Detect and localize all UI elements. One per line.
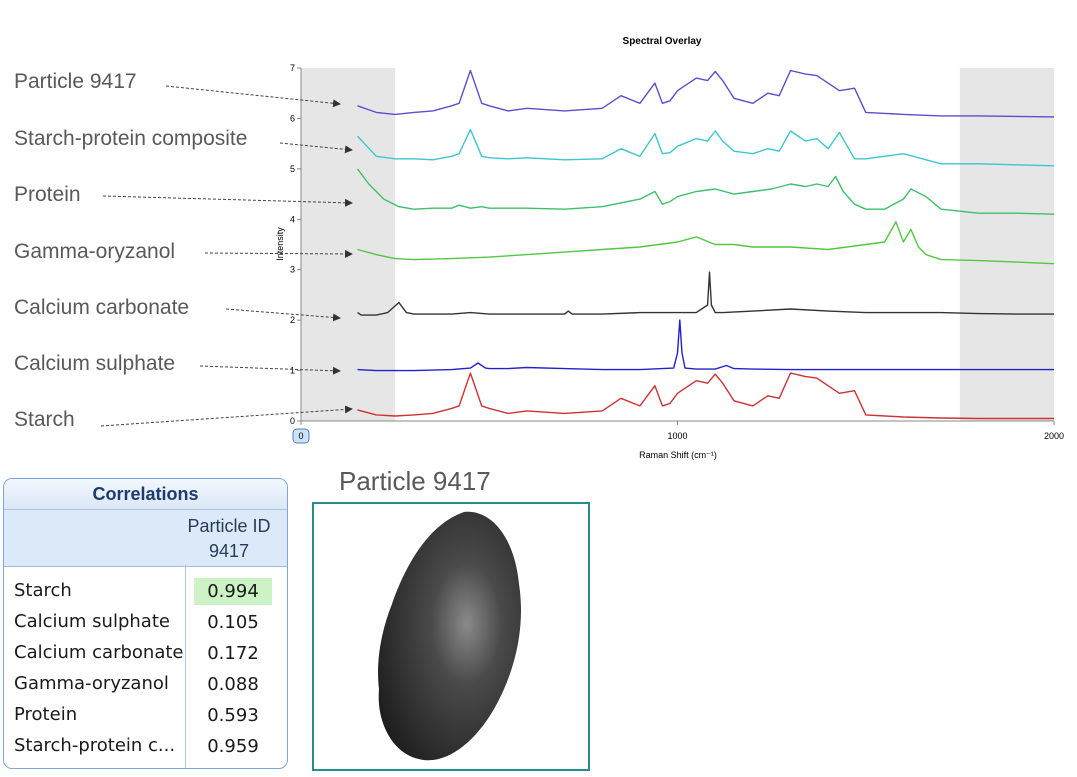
series-line	[357, 271, 1054, 316]
shaded-region-1	[959, 68, 1054, 421]
table-row[interactable]: Starch-protein c... 0.959	[4, 731, 287, 762]
table-row[interactable]: Starch 0.994	[4, 576, 287, 607]
particle-shape	[378, 511, 522, 761]
particle-id-header: Particle ID 9417	[179, 514, 279, 564]
y-axis-label: Intensity	[275, 227, 285, 261]
row-value: 0.593	[207, 705, 259, 726]
row-label: Calcium sulphate	[14, 611, 170, 632]
particle-id-value: 9417	[208, 541, 250, 561]
x-tick-label: 0	[298, 431, 303, 441]
series-line	[357, 221, 1055, 265]
table-row[interactable]: Gamma-oryzanol 0.088	[4, 669, 287, 700]
callout-calcium-sulphate: Calcium sulphate	[14, 352, 176, 375]
chart-title: Spectral Overlay	[623, 36, 702, 47]
row-label: Starch-protein c...	[14, 735, 176, 756]
y-tick-label: 2	[290, 315, 295, 325]
particle-image-title: Particle 9417	[339, 466, 491, 496]
row-value: 0.105	[207, 612, 259, 633]
particle-id-label: Particle ID	[187, 516, 271, 536]
y-tick-label: 0	[290, 416, 295, 426]
y-tick-label: 4	[290, 214, 295, 224]
y-tick-label: 7	[290, 63, 295, 73]
table-row[interactable]: Calcium carbonate 0.172	[4, 638, 287, 669]
table-row[interactable]: Calcium sulphate 0.105	[4, 607, 287, 638]
x-axis-label: Raman Shift (cm⁻¹)	[639, 450, 717, 460]
row-label: Gamma-oryzanol	[14, 673, 169, 694]
series-line	[357, 372, 1054, 420]
correlations-title: Correlations	[4, 479, 287, 510]
row-label: Calcium carbonate	[14, 642, 184, 663]
table-row[interactable]: Protein 0.593	[4, 700, 287, 731]
y-tick-label: 1	[290, 366, 295, 376]
correlations-panel: Correlations Particle ID 9417 Starch 0.9…	[3, 478, 288, 769]
callout-particle-9417: Particle 9417	[14, 70, 137, 93]
x-tick-label: 2000	[1044, 431, 1064, 441]
row-label: Starch	[14, 580, 72, 601]
callout-starch-protein-composite: Starch-protein composite	[14, 127, 248, 150]
callout-gamma-oryzanol: Gamma-oryzanol	[14, 240, 176, 263]
series-line	[356, 168, 1055, 215]
row-value: 0.088	[207, 674, 259, 695]
y-tick-label: 6	[290, 113, 295, 123]
row-value: 0.994	[194, 578, 272, 605]
row-label: Protein	[14, 704, 78, 725]
series-line	[356, 128, 1055, 167]
row-value: 0.959	[207, 736, 259, 757]
correlations-column-header: Particle ID 9417	[4, 510, 287, 567]
series-line	[357, 69, 1055, 118]
y-tick-label: 5	[290, 164, 295, 174]
series-line	[357, 319, 1054, 372]
row-value: 0.172	[207, 643, 259, 664]
x-tick-label: 1000	[667, 431, 687, 441]
y-tick-label: 3	[290, 265, 295, 275]
particle-image-frame	[312, 502, 590, 771]
particle-image	[378, 511, 522, 761]
callout-protein: Protein	[14, 183, 81, 206]
spectral-overlay-chart: Spectral Overlay 0 1 2 3 4 5 6 7 0 1000 2000 Raman…	[100, 36, 1064, 460]
callout-calcium-carbonate: Calcium carbonate	[14, 296, 190, 319]
shaded-region-0	[301, 68, 396, 421]
callout-starch: Starch	[14, 408, 75, 431]
